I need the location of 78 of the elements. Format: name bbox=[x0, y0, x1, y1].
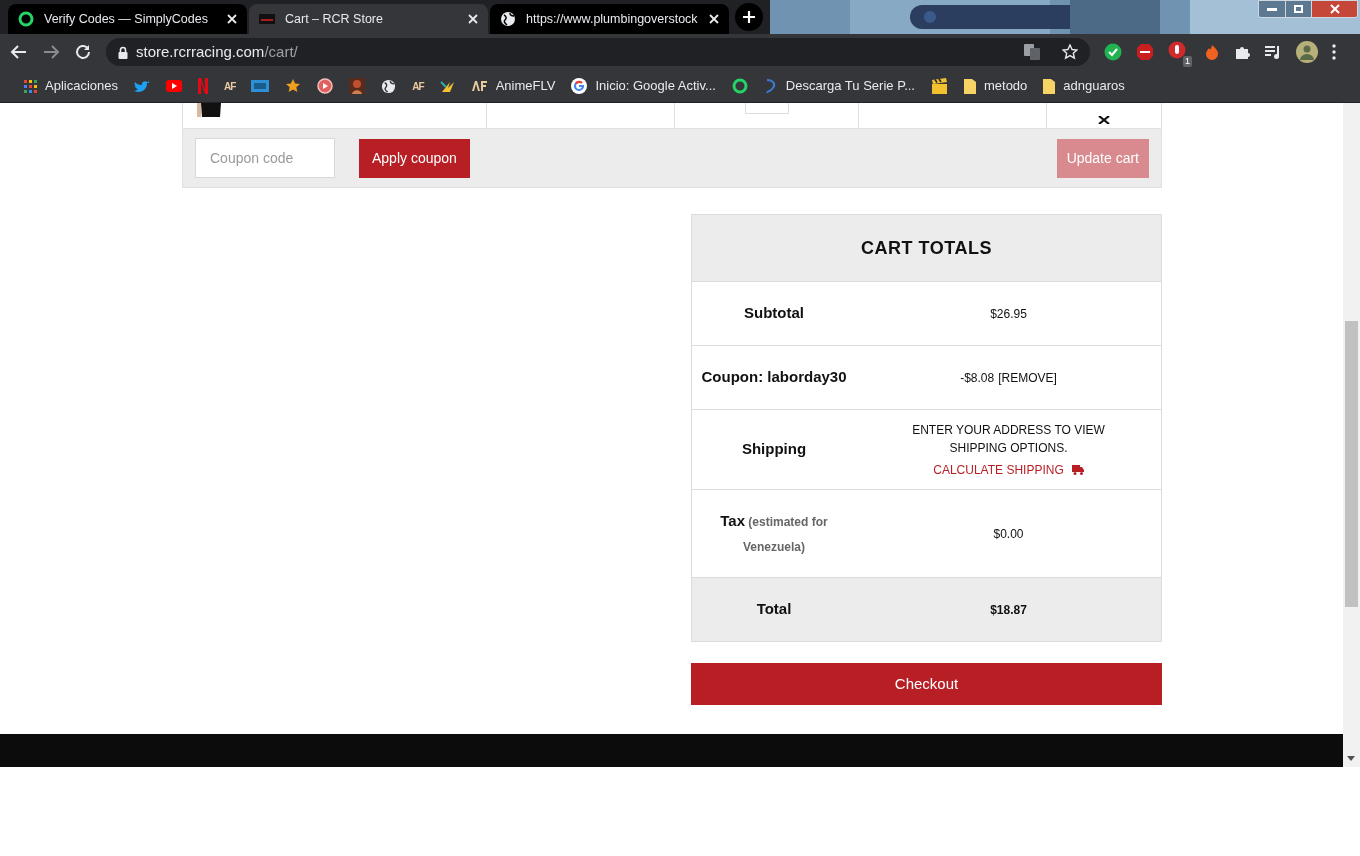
tab-title: Cart – RCR Store bbox=[285, 10, 384, 28]
google-icon bbox=[571, 78, 588, 94]
browser-tab[interactable]: https://www.plumbingoverstock bbox=[490, 4, 729, 34]
figure-icon[interactable] bbox=[349, 78, 366, 94]
quantity-field[interactable] bbox=[744, 103, 789, 114]
puzzle-icon[interactable] bbox=[1234, 44, 1250, 60]
menu-icon[interactable] bbox=[1332, 44, 1336, 60]
back-icon[interactable] bbox=[10, 43, 28, 61]
scroll-down-icon[interactable] bbox=[1347, 756, 1355, 761]
media-icon[interactable] bbox=[1264, 44, 1282, 60]
close-icon[interactable] bbox=[709, 14, 719, 24]
bookmark-link[interactable]: metodo bbox=[963, 76, 1028, 96]
row-label: Total bbox=[756, 599, 792, 620]
clapperboard-icon[interactable] bbox=[930, 78, 948, 94]
apps-icon bbox=[24, 79, 37, 93]
browser-tab[interactable]: Cart – RCR Store bbox=[249, 4, 488, 34]
row-value: $0.00 bbox=[993, 525, 1024, 543]
sparkle-icon[interactable] bbox=[439, 78, 456, 94]
reload-icon[interactable] bbox=[74, 43, 92, 61]
forward-icon[interactable] bbox=[42, 43, 60, 61]
remove-icon[interactable] bbox=[1098, 116, 1110, 124]
cart-totals-heading: CART TOTALS bbox=[861, 236, 992, 260]
flame-icon[interactable] bbox=[1204, 44, 1220, 60]
tab-title: Verify Codes — SimplyCodes bbox=[44, 10, 209, 28]
bookmark-link[interactable]: Descarga Tu Serie P... bbox=[763, 76, 915, 96]
row-value: $26.95 bbox=[990, 305, 1027, 323]
avatar-icon[interactable] bbox=[1296, 41, 1318, 63]
row-value: -$8.08 bbox=[960, 369, 995, 387]
row-value: $18.87 bbox=[990, 601, 1027, 619]
folder-icon bbox=[963, 78, 976, 94]
bookmark-link[interactable]: adnguaros bbox=[1043, 76, 1125, 96]
close-icon[interactable] bbox=[227, 14, 237, 24]
address-bar[interactable]: store.rcrracing.com/cart/ bbox=[106, 38, 1090, 66]
bookmark-logo[interactable]: AF bbox=[224, 78, 236, 94]
bookmark-link[interactable]: Aplicaciones bbox=[24, 76, 118, 96]
calculate-shipping-link[interactable]: CALCULATE SHIPPING bbox=[933, 460, 1064, 479]
remove-coupon-link[interactable]: [REMOVE] bbox=[998, 368, 1057, 387]
globe-icon[interactable] bbox=[381, 78, 397, 94]
af-logo-icon bbox=[471, 81, 488, 91]
swirl-icon bbox=[763, 78, 778, 94]
row-label: Subtotal bbox=[744, 303, 804, 324]
extension-badge: 1 bbox=[1183, 56, 1192, 67]
row-label: Shipping bbox=[741, 439, 807, 460]
ring-icon bbox=[18, 11, 34, 27]
checkout-button[interactable]: Checkout bbox=[691, 663, 1162, 705]
bookmark-link[interactable]: AnimeFLV bbox=[471, 76, 556, 96]
close-button[interactable] bbox=[1311, 1, 1357, 17]
globe-icon bbox=[500, 11, 516, 27]
scrollbar-thumb[interactable] bbox=[1345, 321, 1358, 607]
tab-title: https://www.plumbingoverstock bbox=[526, 10, 699, 28]
bookmark-link[interactable]: Inicio: Google Activ... bbox=[571, 76, 716, 96]
apply-coupon-button[interactable]: Apply coupon bbox=[359, 138, 470, 178]
browser-tab[interactable]: Verify Codes — SimplyCodes bbox=[8, 4, 247, 34]
row-label: Coupon: laborday30 bbox=[701, 367, 847, 388]
tax-label: Tax (estimated for Venezuela) bbox=[719, 510, 829, 556]
star-icon[interactable] bbox=[1062, 44, 1078, 60]
close-icon bbox=[1329, 4, 1340, 14]
folder-icon bbox=[1043, 78, 1056, 94]
plus-icon bbox=[742, 10, 756, 24]
close-icon[interactable] bbox=[468, 14, 478, 24]
maximize-button[interactable] bbox=[1285, 1, 1311, 17]
truck-icon bbox=[1071, 464, 1084, 475]
lock-icon bbox=[118, 45, 128, 59]
tile-icon[interactable] bbox=[251, 80, 270, 92]
translate-icon[interactable] bbox=[1024, 44, 1040, 60]
logo-icon bbox=[259, 14, 275, 24]
check-icon[interactable] bbox=[1104, 43, 1122, 61]
ring-icon[interactable] bbox=[731, 78, 748, 94]
bird-icon[interactable] bbox=[134, 79, 150, 93]
play-circle-icon[interactable] bbox=[317, 78, 334, 94]
coupon-field[interactable]: Coupon code bbox=[195, 138, 335, 178]
new-tab-button[interactable] bbox=[735, 3, 763, 31]
minimize-button[interactable] bbox=[1259, 1, 1285, 17]
video-play-icon[interactable] bbox=[166, 80, 182, 92]
bookmark-logo[interactable]: AF bbox=[412, 78, 424, 94]
row-value: ENTER YOUR ADDRESS TO VIEW SHIPPING OPTIONS. bbox=[911, 421, 1106, 457]
url-text: store.rcrracing.com/cart/ bbox=[136, 41, 298, 62]
star-icon[interactable] bbox=[285, 78, 302, 94]
